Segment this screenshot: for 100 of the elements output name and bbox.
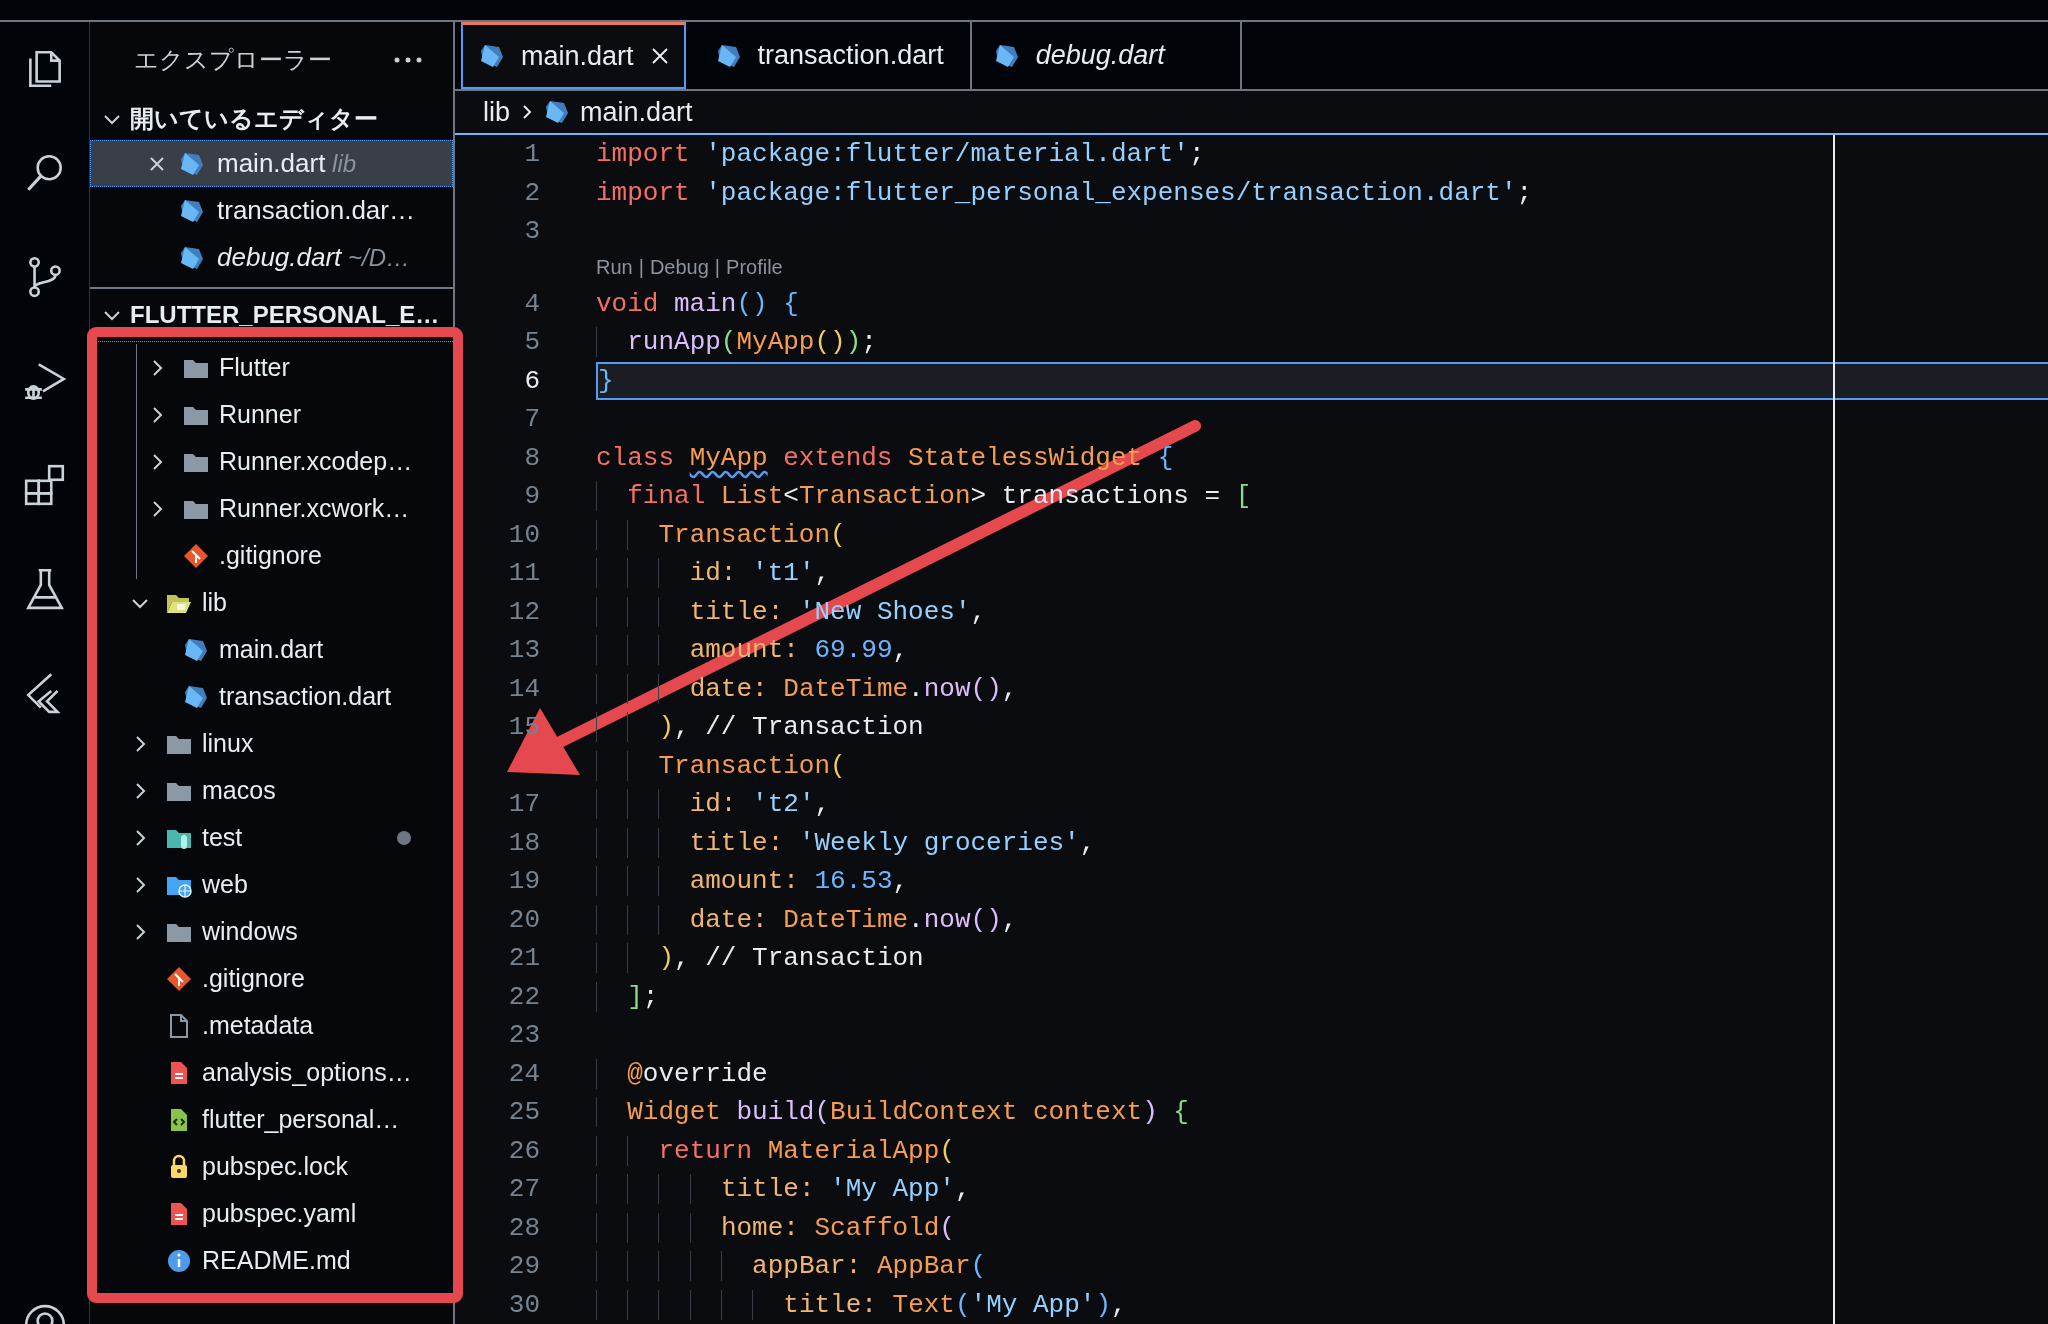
file-name: .metadata <box>202 1011 314 1040</box>
line-number: 12 <box>507 595 541 629</box>
code-line: title: 'Weekly groceries', <box>596 827 1096 858</box>
tree-item[interactable]: Flutter <box>90 344 453 391</box>
git-icon <box>166 965 192 992</box>
tree-item[interactable]: flutter_personal… <box>90 1096 453 1143</box>
tree-item[interactable]: pubspec.lock <box>90 1143 453 1190</box>
line-number: 19 <box>507 865 541 898</box>
file-name: README.md <box>202 1246 351 1275</box>
code-line: @override <box>596 1058 768 1089</box>
line-number: 11 <box>507 557 541 590</box>
file-name: linux <box>202 729 254 758</box>
project-folder-header[interactable]: FLUTTER_PERSONAL_E… <box>90 287 453 342</box>
file-name: test <box>202 823 243 852</box>
tree-item[interactable]: .gitignore <box>90 532 453 579</box>
codelens-link[interactable]: Debug <box>649 256 709 279</box>
codelens-link[interactable]: Run <box>596 256 633 279</box>
tree-item[interactable]: pubspec.yaml <box>90 1190 453 1237</box>
more-actions-icon[interactable] <box>393 56 423 64</box>
line-number: 8 <box>523 441 541 475</box>
line-number: 5 <box>523 326 541 359</box>
file-name: Runner.xcodep… <box>219 447 413 476</box>
line-number: 18 <box>507 826 541 860</box>
tree-item[interactable]: lib <box>90 579 453 626</box>
tree-item[interactable]: Runner <box>90 391 453 438</box>
file-name: Runner.xcwork… <box>219 494 410 523</box>
tree-item[interactable]: macos <box>90 767 453 814</box>
line-number: 3 <box>523 215 541 248</box>
line-number: 17 <box>507 788 541 821</box>
tree-item[interactable]: linux <box>90 720 453 767</box>
editor-tab[interactable]: debug.dart <box>971 22 1242 90</box>
editor-tab[interactable]: transaction.dart <box>693 22 972 90</box>
file-name: analysis_options… <box>202 1058 412 1087</box>
tree-item[interactable]: main.dart <box>90 626 453 673</box>
dart-icon <box>183 636 209 663</box>
open-editor-item[interactable]: debug.dart ~/D… <box>90 234 453 281</box>
breadcrumb-item[interactable]: main.dart <box>580 96 693 128</box>
line-number: 25 <box>507 1096 541 1129</box>
file-name: .gitignore <box>219 541 322 570</box>
file-name: windows <box>202 917 298 946</box>
code-line: } <box>598 365 614 396</box>
dart-icon <box>479 43 505 70</box>
code-line: ), // Transaction <box>596 712 924 742</box>
codelens-separator: | <box>714 256 721 279</box>
codelens-link[interactable]: Profile <box>726 256 783 279</box>
code-line: import 'package:flutter/material.dart'; <box>596 139 1205 169</box>
line-number: 10 <box>507 518 541 552</box>
file-name: main.dart <box>219 635 324 664</box>
line-number: 30 <box>507 1288 541 1322</box>
file-name: Flutter <box>219 353 290 382</box>
code-line: title: 'My App', <box>596 1174 971 1204</box>
file-name: pubspec.yaml <box>202 1199 357 1228</box>
line-number: 29 <box>507 1250 541 1283</box>
line-number: 13 <box>507 634 541 667</box>
tree-item[interactable]: analysis_options… <box>90 1049 453 1096</box>
dart-icon <box>544 99 570 126</box>
dart-icon <box>179 150 205 177</box>
breadcrumb-item[interactable]: lib <box>483 96 510 128</box>
tree-item[interactable]: .metadata <box>90 1002 453 1049</box>
codelens-separator: | <box>638 256 644 279</box>
tree-item[interactable]: test <box>90 814 453 861</box>
code-line: ), // Transaction <box>596 943 924 973</box>
tree-item[interactable]: README.md <box>90 1237 453 1284</box>
file-name: lib <box>202 588 227 617</box>
dart-icon <box>715 42 742 69</box>
dart-icon <box>183 683 209 710</box>
line-number: 23 <box>507 1019 541 1052</box>
editor-tab[interactable]: main.dart <box>461 22 686 90</box>
line-number: 28 <box>507 1211 541 1245</box>
tree-item[interactable]: Runner.xcwork… <box>90 485 453 532</box>
code-line: amount: 16.53, <box>596 866 909 896</box>
tree-item[interactable]: transaction.dart <box>90 673 453 720</box>
dart-icon <box>179 197 205 224</box>
file-name: pubspec.lock <box>202 1152 348 1181</box>
tree-item[interactable]: windows <box>90 908 453 955</box>
code-line: Transaction( <box>596 750 846 781</box>
line-number: 22 <box>507 980 541 1014</box>
code-line: return MaterialApp( <box>596 1135 955 1166</box>
code-line: id: 't1', <box>596 558 831 588</box>
code-line: id: 't2', <box>596 789 831 819</box>
file-name: flutter_personal… <box>202 1105 400 1134</box>
open-editor-item[interactable]: main.dart lib <box>90 140 453 187</box>
tree-item[interactable]: .gitignore <box>90 955 453 1002</box>
file-name: Runner <box>219 400 301 429</box>
dart-icon <box>993 42 1020 69</box>
line-number: 2 <box>523 176 541 210</box>
code-line: home: Scaffold( <box>596 1212 955 1243</box>
open-editor-item[interactable]: transaction.dar… <box>90 187 453 234</box>
code-line: date: DateTime.now(), <box>596 904 1018 935</box>
code-line: Transaction( <box>596 519 846 550</box>
file-name: .gitignore <box>202 964 305 993</box>
line-number: 20 <box>507 903 541 937</box>
code-line: void main() { <box>596 288 799 319</box>
line-number: 21 <box>507 942 541 975</box>
line-number: 9 <box>523 480 541 513</box>
line-number: 24 <box>507 1057 541 1091</box>
tree-item[interactable]: Runner.xcodep… <box>90 438 453 485</box>
line-number: 27 <box>507 1173 541 1206</box>
open-editors-header[interactable]: 開いているエディター <box>90 98 453 140</box>
tree-item[interactable]: web <box>90 861 453 908</box>
